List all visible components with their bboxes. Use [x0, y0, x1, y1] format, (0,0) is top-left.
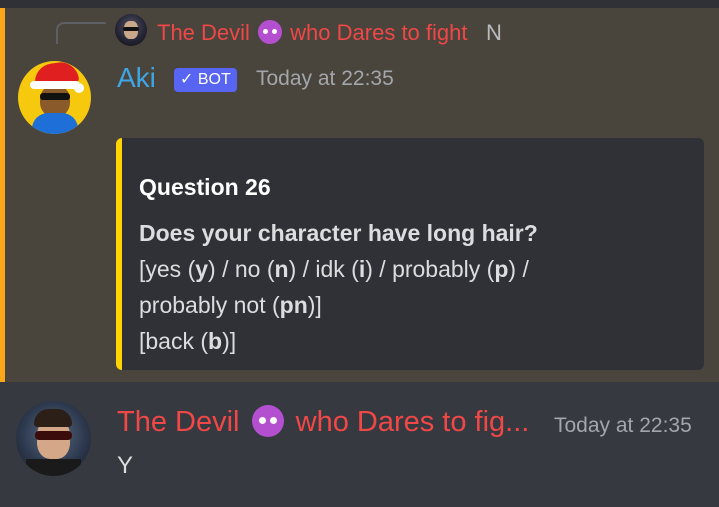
bot-message[interactable]: The Devil who Dares to fight N Aki ✓ BOT…: [0, 8, 719, 382]
embed-title: Question 26: [139, 174, 271, 200]
embed-back-line: [back (b)]: [139, 328, 237, 354]
reply-connector: [56, 22, 106, 44]
user-author-name[interactable]: The Devil who Dares to fig...: [117, 405, 529, 439]
embed-question: Does your character have long hair?: [139, 220, 538, 246]
message-timestamp[interactable]: Today at 22:35: [554, 414, 692, 438]
bot-badge: ✓ BOT: [174, 68, 237, 92]
reply-preview-text[interactable]: N: [486, 20, 502, 46]
message-timestamp[interactable]: Today at 22:35: [256, 67, 394, 91]
bot-author-name[interactable]: Aki: [117, 62, 156, 94]
smiling-imp-icon: [258, 20, 283, 44]
user-avatar[interactable]: [16, 401, 91, 476]
reply-author-name[interactable]: The Devil who Dares to fight: [157, 20, 467, 46]
message-content: Y: [117, 452, 134, 479]
channel-header-strip: [0, 0, 719, 8]
question-embed: Question 26 Does your character have lon…: [116, 138, 704, 370]
embed-options-line: probably not (pn)]: [139, 292, 322, 318]
mention-highlight-bar: [0, 8, 5, 382]
aki-avatar[interactable]: [18, 61, 91, 134]
embed-options-line: [yes (y) / no (n) / idk (i) / probably (…: [139, 256, 529, 282]
reply-author-avatar[interactable]: [115, 14, 147, 46]
smiling-imp-icon: [251, 405, 284, 437]
